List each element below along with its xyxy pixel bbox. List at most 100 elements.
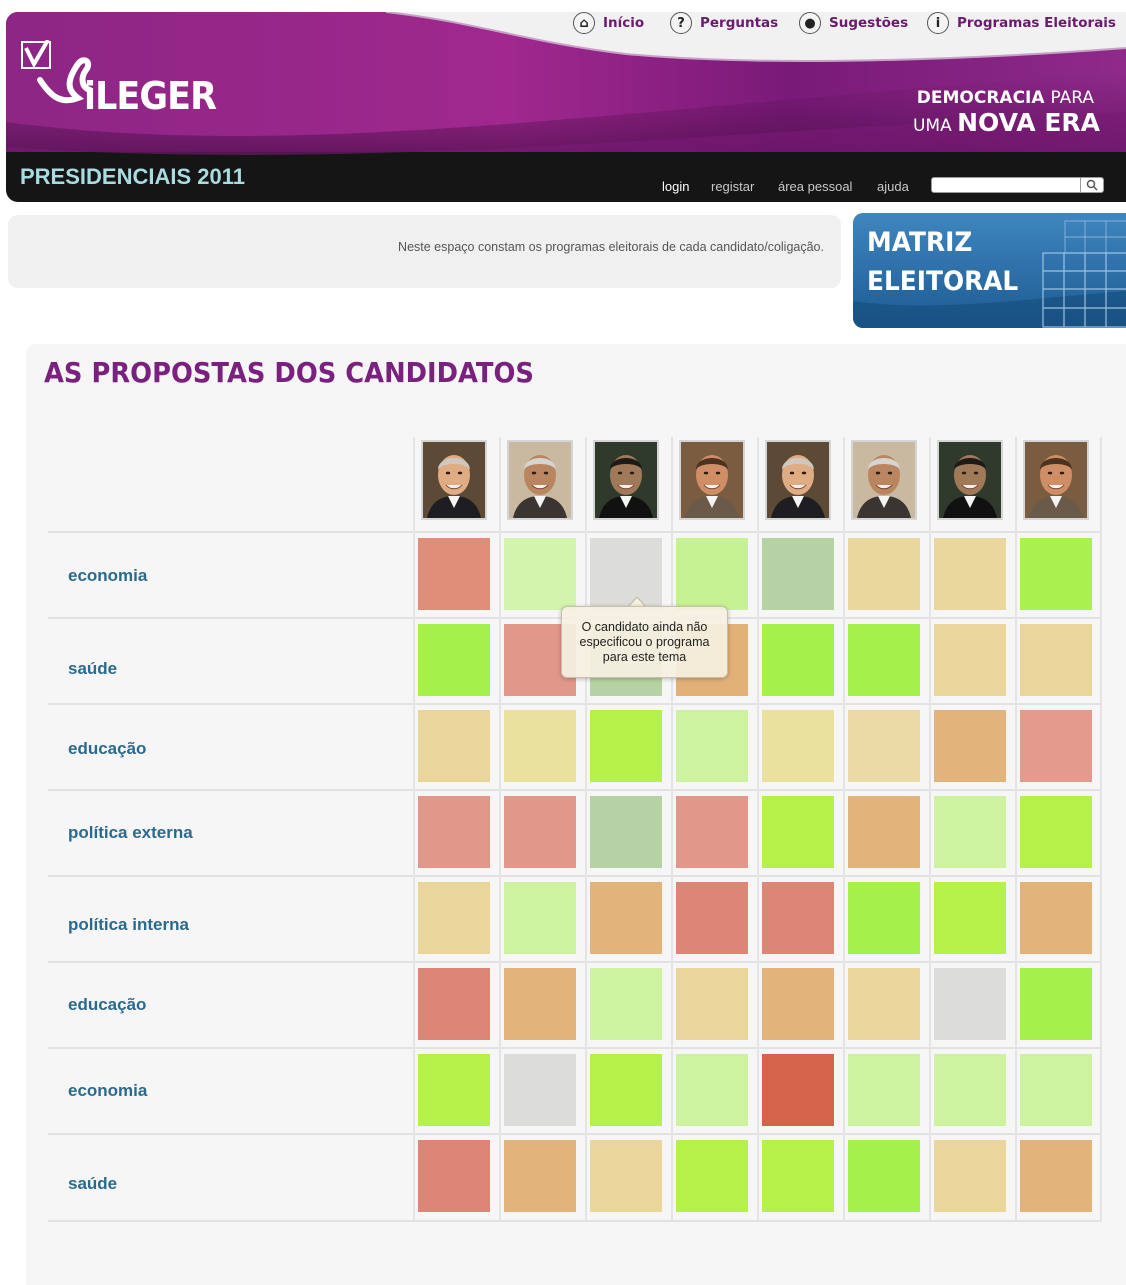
login-link[interactable]: login xyxy=(662,179,689,194)
rating-cell[interactable] xyxy=(934,624,1006,696)
rating-cell[interactable] xyxy=(590,968,662,1040)
search-button[interactable] xyxy=(1080,177,1104,193)
rating-cell[interactable] xyxy=(504,882,576,954)
rating-cell[interactable] xyxy=(1020,624,1092,696)
section-title: PRESIDENCIAIS 2011 xyxy=(20,164,245,189)
rating-cell[interactable] xyxy=(590,1140,662,1212)
topic-label[interactable]: economia xyxy=(68,566,147,586)
rating-cell[interactable] xyxy=(848,1054,920,1126)
rating-cell[interactable] xyxy=(676,710,748,782)
rating-cell[interactable] xyxy=(848,710,920,782)
register-link[interactable]: registar xyxy=(711,179,754,194)
rating-cell[interactable] xyxy=(418,710,490,782)
nav-home[interactable]: ⌂ Início xyxy=(573,8,644,38)
rating-cell[interactable] xyxy=(504,1054,576,1126)
row-divider xyxy=(48,875,1102,877)
rating-cell[interactable] xyxy=(590,538,662,610)
rating-cell[interactable] xyxy=(590,1054,662,1126)
rating-cell[interactable] xyxy=(676,882,748,954)
rating-cell[interactable] xyxy=(762,1140,834,1212)
rating-cell[interactable] xyxy=(762,710,834,782)
candidate-avatar[interactable] xyxy=(765,440,831,520)
rating-cell[interactable] xyxy=(1020,710,1092,782)
rating-cell[interactable] xyxy=(762,1054,834,1126)
rating-cell[interactable] xyxy=(418,968,490,1040)
rating-cell[interactable] xyxy=(934,882,1006,954)
rating-cell[interactable] xyxy=(504,538,576,610)
rating-cell[interactable] xyxy=(934,968,1006,1040)
question-icon: ? xyxy=(670,12,692,34)
column-divider xyxy=(413,437,415,1222)
nav-questions[interactable]: ? Perguntas xyxy=(670,8,778,38)
rating-cell[interactable] xyxy=(762,624,834,696)
topic-label[interactable]: política externa xyxy=(68,823,193,843)
rating-cell[interactable] xyxy=(762,882,834,954)
rating-cell[interactable] xyxy=(676,796,748,868)
row-divider xyxy=(48,1047,1102,1049)
rating-cell[interactable] xyxy=(934,1054,1006,1126)
candidate-avatar[interactable] xyxy=(679,440,745,520)
rating-cell[interactable] xyxy=(762,796,834,868)
rating-cell[interactable] xyxy=(590,882,662,954)
personal-area-link[interactable]: área pessoal xyxy=(778,179,852,194)
topic-label[interactable]: educação xyxy=(68,995,146,1015)
rating-cell[interactable] xyxy=(848,1140,920,1212)
nav-suggestions[interactable]: ● Sugestões xyxy=(799,8,908,38)
candidate-avatar[interactable] xyxy=(593,440,659,520)
rating-cell[interactable] xyxy=(1020,796,1092,868)
rating-cell[interactable] xyxy=(934,796,1006,868)
candidate-avatar[interactable] xyxy=(851,440,917,520)
rating-cell[interactable] xyxy=(848,538,920,610)
candidate-avatar[interactable] xyxy=(507,440,573,520)
column-divider xyxy=(499,437,501,1222)
rating-cell[interactable] xyxy=(934,538,1006,610)
candidate-avatar[interactable] xyxy=(937,440,1003,520)
rating-cell[interactable] xyxy=(418,796,490,868)
rating-cell[interactable] xyxy=(504,796,576,868)
rating-cell[interactable] xyxy=(762,538,834,610)
rating-cell[interactable] xyxy=(418,882,490,954)
rating-cell[interactable] xyxy=(762,968,834,1040)
rating-cell[interactable] xyxy=(418,1140,490,1212)
rating-cell[interactable] xyxy=(590,796,662,868)
rating-cell[interactable] xyxy=(676,968,748,1040)
rating-cell[interactable] xyxy=(848,624,920,696)
topic-label[interactable]: economia xyxy=(68,1081,147,1101)
rating-cell[interactable] xyxy=(1020,1140,1092,1212)
rating-cell[interactable] xyxy=(1020,1054,1092,1126)
row-divider xyxy=(48,1220,1102,1222)
rating-cell[interactable] xyxy=(934,1140,1006,1212)
topic-label[interactable]: política interna xyxy=(68,915,189,935)
rating-cell[interactable] xyxy=(418,538,490,610)
search-input[interactable] xyxy=(931,177,1081,193)
rating-cell[interactable] xyxy=(1020,882,1092,954)
rating-cell[interactable] xyxy=(504,710,576,782)
rating-cell[interactable] xyxy=(418,624,490,696)
help-link[interactable]: ajuda xyxy=(877,179,909,194)
topic-label[interactable]: saúde xyxy=(68,659,117,679)
rating-cell[interactable] xyxy=(1020,538,1092,610)
rating-cell[interactable] xyxy=(1020,968,1092,1040)
rating-cell[interactable] xyxy=(848,796,920,868)
matriz-eleitoral-badge[interactable]: MATRIZ ELEITORAL xyxy=(853,213,1126,328)
candidate-avatar[interactable] xyxy=(1023,440,1089,520)
rating-cell[interactable] xyxy=(504,968,576,1040)
rating-cell[interactable] xyxy=(418,1054,490,1126)
nav-electoral-programs[interactable]: i Programas Eleitorais xyxy=(927,8,1116,38)
rating-cell[interactable] xyxy=(848,968,920,1040)
search-icon xyxy=(1086,179,1098,191)
row-divider xyxy=(48,531,1102,533)
rating-cell[interactable] xyxy=(848,882,920,954)
rating-cell[interactable] xyxy=(676,1140,748,1212)
rating-cell[interactable] xyxy=(676,1054,748,1126)
rating-cell[interactable] xyxy=(504,1140,576,1212)
rating-cell[interactable] xyxy=(590,710,662,782)
topic-label[interactable]: saúde xyxy=(68,1174,117,1194)
rating-cell[interactable] xyxy=(676,538,748,610)
candidate-photo-icon xyxy=(853,442,915,518)
candidate-avatar[interactable] xyxy=(421,440,487,520)
column-divider xyxy=(929,437,931,1222)
topic-label[interactable]: educação xyxy=(68,739,146,759)
column-divider xyxy=(757,437,759,1222)
rating-cell[interactable] xyxy=(934,710,1006,782)
